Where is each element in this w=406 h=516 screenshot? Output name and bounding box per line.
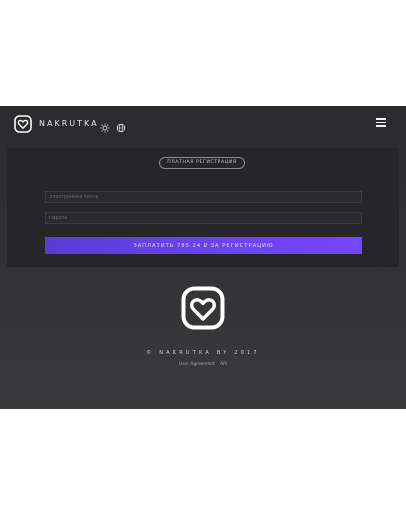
registration-panel: ПЛАТНАЯ РЕГИСТРАЦИЯ ЗАПЛАТИТЬ 785.24 ₽ З… (7, 148, 399, 267)
top-nav: NAKRUTKA (0, 106, 406, 146)
app-frame: NAKRUTKA ПЛАТНАЯ РЕГИСТРАЦИЯ Электронная… (0, 106, 406, 409)
hamburger-menu-icon[interactable] (376, 118, 386, 128)
api-link[interactable]: API (220, 362, 227, 367)
globe-icon[interactable] (116, 118, 126, 133)
copyright-text: © NAKRUTKA BY 2017 (146, 350, 260, 356)
password-field[interactable] (45, 212, 362, 224)
heart-square-icon (181, 286, 225, 330)
registration-mode-toggle[interactable]: ПЛАТНАЯ РЕГИСТРАЦИЯ (159, 157, 245, 169)
pay-register-button[interactable]: ЗАПЛАТИТЬ 785.24 ₽ ЗА РЕГИСТРАЦИЮ (45, 237, 362, 254)
sun-icon[interactable] (100, 118, 110, 133)
user-agreement-link[interactable]: User Agreement (179, 362, 215, 367)
brand-name[interactable]: NAKRUTKA (39, 119, 99, 128)
heart-square-icon[interactable] (14, 115, 32, 133)
footer-links: User Agreement API (0, 362, 406, 367)
email-field[interactable] (45, 191, 362, 203)
